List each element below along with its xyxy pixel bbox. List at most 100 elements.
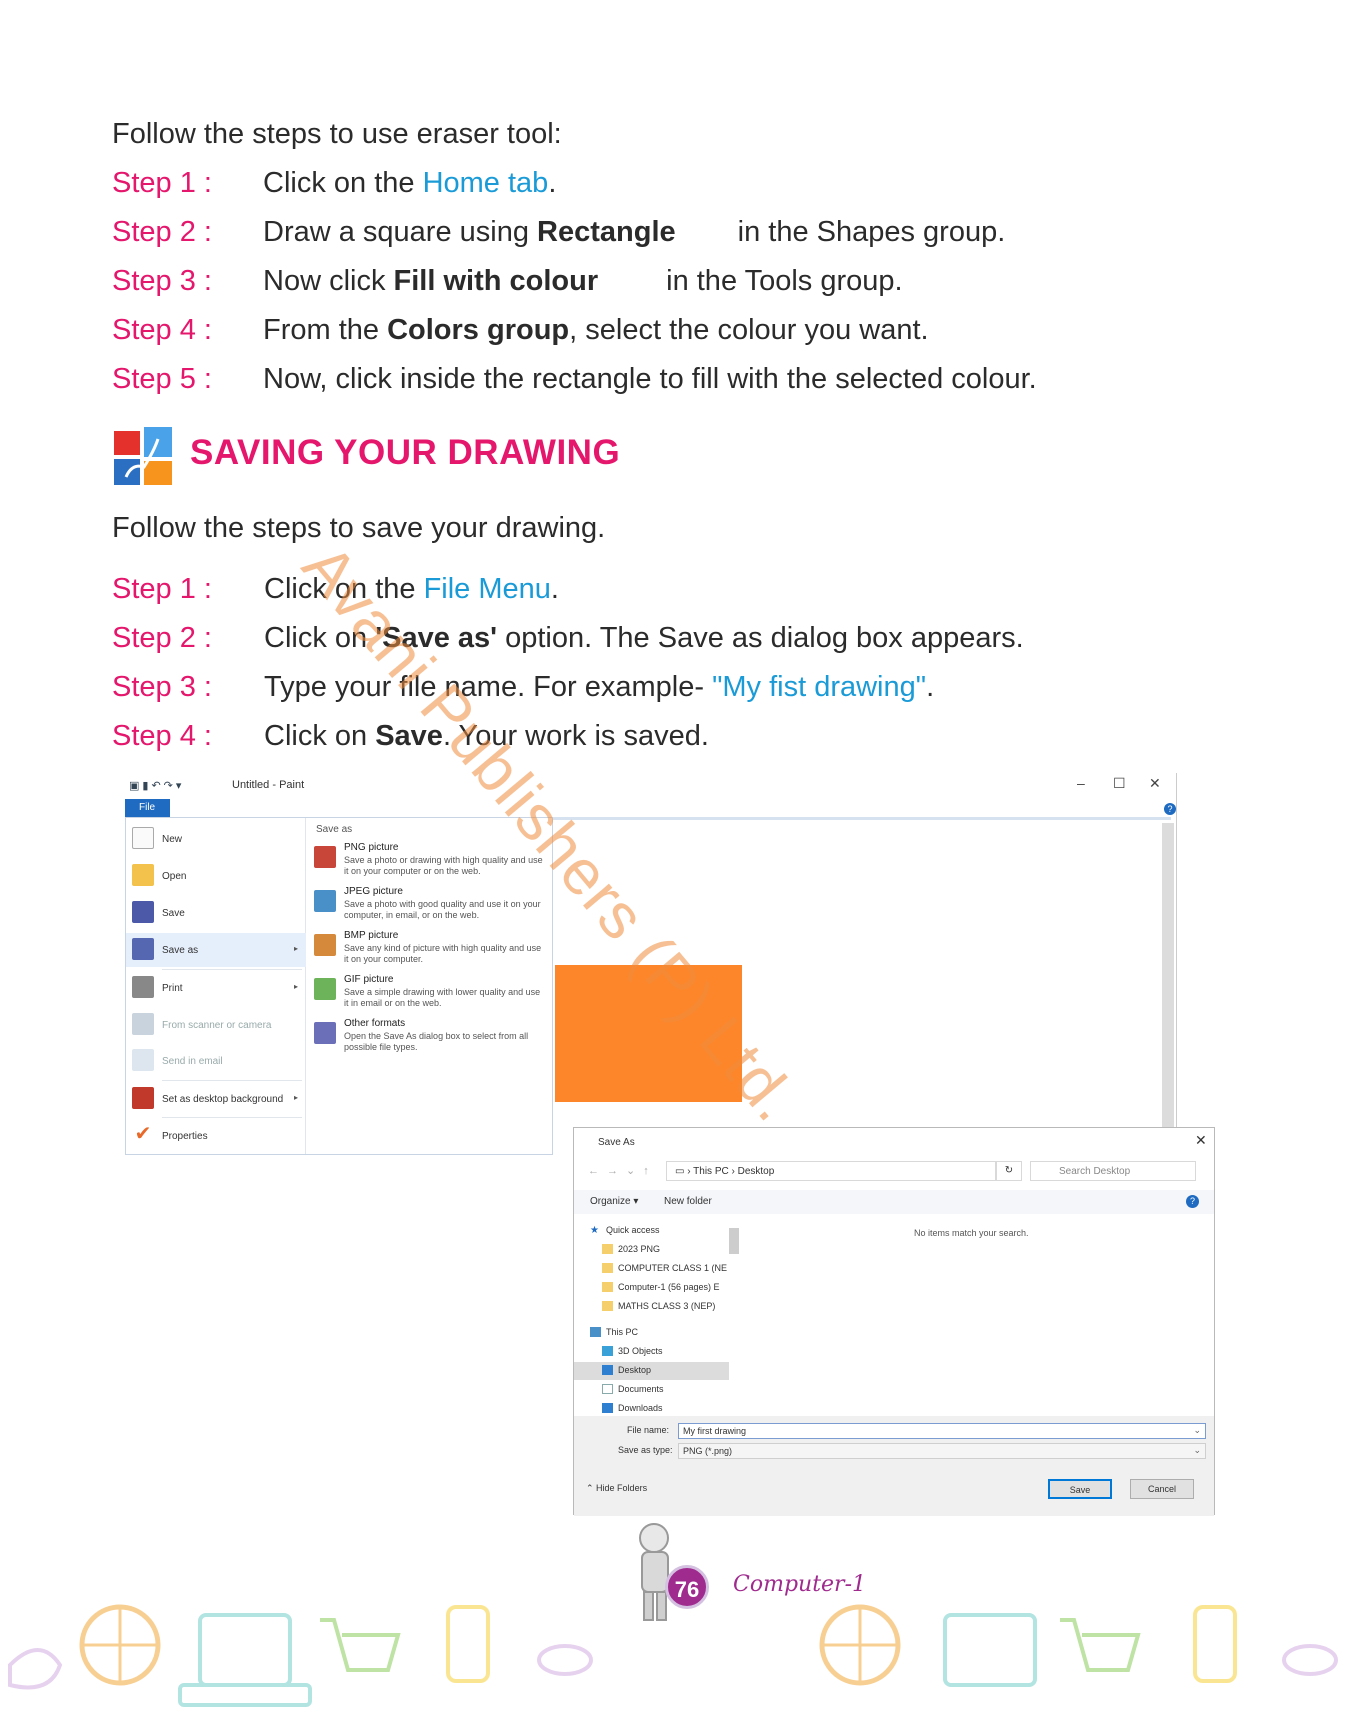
- bmp-picture-icon: [314, 934, 336, 956]
- save-as-dialog: Save As ✕ ←→⌄↑ ▭ › This PC › Desktop ↻ S…: [573, 1127, 1215, 1516]
- save-as-other[interactable]: Other formats Open the Save As dialog box…: [310, 1018, 550, 1058]
- menu-new[interactable]: New: [126, 822, 306, 856]
- dialog-toolbar: Organize ▾ New folder ?: [574, 1190, 1214, 1214]
- section-heading: SAVING YOUR DRAWING: [190, 433, 621, 472]
- address-bar-row: ←→⌄↑ ▭ › This PC › Desktop ↻ Search Desk…: [584, 1159, 1206, 1183]
- nav-documents[interactable]: Documents: [574, 1381, 729, 1399]
- file-menu-commands: New Open Save Save as ▸ Print ▸ From scann…: [126, 818, 306, 1154]
- s1-step4-text: From the Colors group, select the colour…: [263, 314, 929, 346]
- printer-icon: [132, 976, 154, 998]
- chevron-down-icon[interactable]: ⌄: [1193, 1445, 1201, 1456]
- s2-step3-text: Type your file name. For example- "My fi…: [264, 671, 935, 703]
- menu-set-desktop-bg[interactable]: Set as desktop background ▸: [126, 1082, 306, 1116]
- menu-open[interactable]: Open: [126, 859, 306, 893]
- menu-save-as[interactable]: Save as ▸: [126, 933, 306, 967]
- save-as-type-label: Save as type:: [618, 1445, 673, 1455]
- submenu-arrow-icon: ▸: [294, 944, 299, 953]
- folder-icon: [602, 1282, 613, 1292]
- nav-folder[interactable]: COMPUTER CLASS 1 (NE: [574, 1260, 729, 1278]
- minimize-icon[interactable]: –: [1077, 775, 1085, 791]
- s1-step3-label: Step 3 :: [112, 265, 212, 297]
- folder-icon: [602, 1263, 613, 1273]
- close-icon[interactable]: ✕: [1149, 775, 1161, 792]
- vertical-scrollbar[interactable]: [1162, 823, 1174, 1153]
- dialog-close-icon[interactable]: ✕: [1195, 1132, 1207, 1149]
- navigation-pane: ★ Quick access 2023 PNG COMPUTER CLASS 1 …: [574, 1214, 739, 1416]
- save-as-png[interactable]: PNG picture Save a photo or drawing with …: [310, 842, 550, 882]
- menu-print[interactable]: Print ▸: [126, 971, 306, 1005]
- chevron-down-icon[interactable]: ⌄: [1193, 1425, 1201, 1436]
- hide-folders-toggle[interactable]: ⌃ Hide Folders: [586, 1483, 647, 1494]
- save-button[interactable]: Save: [1048, 1479, 1112, 1499]
- floppy-save-icon: [132, 901, 154, 923]
- save-as-gif[interactable]: GIF picture Save a simple drawing with lo…: [310, 974, 550, 1014]
- menu-send-email[interactable]: Send in email: [126, 1044, 306, 1078]
- save-as-bmp[interactable]: BMP picture Save any kind of picture with…: [310, 930, 550, 970]
- empty-results-message: No items match your search.: [914, 1228, 1029, 1238]
- open-folder-icon: [132, 864, 154, 886]
- window-title: Untitled - Paint: [232, 779, 305, 791]
- save-as-jpeg[interactable]: JPEG picture Save a photo with good quali…: [310, 886, 550, 926]
- save-as-header: Save as: [316, 824, 353, 835]
- section-icon: [114, 427, 172, 485]
- book-title: Computer-1: [733, 1572, 866, 1597]
- cube-icon: [602, 1346, 613, 1356]
- png-picture-icon: [314, 846, 336, 868]
- quick-access-toolbar[interactable]: ▣▮↶↷▾: [129, 779, 184, 792]
- eraser-intro: Follow the steps to use eraser tool:: [112, 118, 562, 150]
- file-tab[interactable]: File: [125, 799, 170, 817]
- computer-icon: [590, 1327, 601, 1337]
- cancel-button[interactable]: Cancel: [1130, 1479, 1194, 1499]
- nav-desktop[interactable]: Desktop: [574, 1362, 729, 1380]
- file-name-field[interactable]: My first drawing ⌄: [678, 1423, 1206, 1439]
- file-menu: New Open Save Save as ▸ Print ▸ From scann…: [125, 817, 553, 1155]
- new-folder-button[interactable]: New folder: [664, 1196, 712, 1207]
- menu-from-scanner[interactable]: From scanner or camera: [126, 1008, 306, 1042]
- s1-step5-label: Step 5 :: [112, 363, 212, 395]
- save-intro: Follow the steps to save your drawing.: [112, 512, 606, 544]
- nav-arrows-icon[interactable]: ←→⌄↑: [588, 1164, 657, 1177]
- organize-button[interactable]: Organize ▾: [590, 1196, 638, 1207]
- folder-icon: [602, 1301, 613, 1311]
- menu-separator: [162, 1080, 302, 1081]
- maximize-icon[interactable]: ☐: [1113, 775, 1126, 792]
- checkmark-icon: ✔: [134, 1123, 152, 1145]
- desktop-background-icon: [132, 1087, 154, 1109]
- page-number: 76: [665, 1565, 709, 1609]
- s1-step2-label: Step 2 :: [112, 216, 212, 248]
- nav-folder[interactable]: Computer-1 (56 pages) E: [574, 1279, 729, 1297]
- nav-quick-access[interactable]: ★ Quick access: [574, 1222, 729, 1240]
- other-formats-icon: [314, 1022, 336, 1044]
- nav-scroll-thumb[interactable]: [729, 1228, 739, 1254]
- submenu-arrow-icon: ▸: [294, 1093, 299, 1102]
- nav-3d-objects[interactable]: 3D Objects: [574, 1343, 729, 1361]
- nav-downloads[interactable]: Downloads: [574, 1400, 729, 1416]
- menu-save[interactable]: Save: [126, 896, 306, 930]
- s1-step4-label: Step 4 :: [112, 314, 212, 346]
- nav-folder[interactable]: MATHS CLASS 3 (NEP): [574, 1298, 729, 1316]
- s1-step3-text: Now click Fill with colour in the Tools g…: [263, 265, 903, 297]
- home-tab-link: Home tab: [422, 167, 549, 199]
- search-desktop-input[interactable]: Search Desktop: [1030, 1161, 1196, 1181]
- refresh-icon[interactable]: ↻: [996, 1161, 1022, 1181]
- submenu-arrow-icon: ▸: [294, 982, 299, 991]
- help-icon[interactable]: ?: [1164, 803, 1176, 815]
- nav-this-pc[interactable]: This PC: [574, 1324, 729, 1342]
- download-icon: [602, 1403, 613, 1413]
- nav-folder[interactable]: 2023 PNG: [574, 1241, 729, 1259]
- scanner-icon: [132, 1013, 154, 1035]
- desktop-icon: [602, 1365, 613, 1375]
- document-icon: [602, 1384, 613, 1394]
- new-file-icon: [132, 827, 154, 849]
- save-as-type-select[interactable]: PNG (*.png) ⌄: [678, 1443, 1206, 1459]
- address-path[interactable]: ▭ › This PC › Desktop: [666, 1161, 996, 1181]
- s2-step4-label: Step 4 :: [112, 720, 212, 752]
- file-menu-link: File Menu: [423, 573, 551, 605]
- save-as-icon: [132, 938, 154, 960]
- menu-separator: [162, 969, 302, 970]
- menu-properties[interactable]: ✔ Properties: [126, 1119, 306, 1153]
- help-icon[interactable]: ?: [1186, 1195, 1199, 1208]
- s2-step1-label: Step 1 :: [112, 573, 212, 605]
- star-icon: ★: [590, 1225, 599, 1236]
- dialog-bottom-panel: File name: My first drawing ⌄ Save as typ…: [574, 1416, 1214, 1516]
